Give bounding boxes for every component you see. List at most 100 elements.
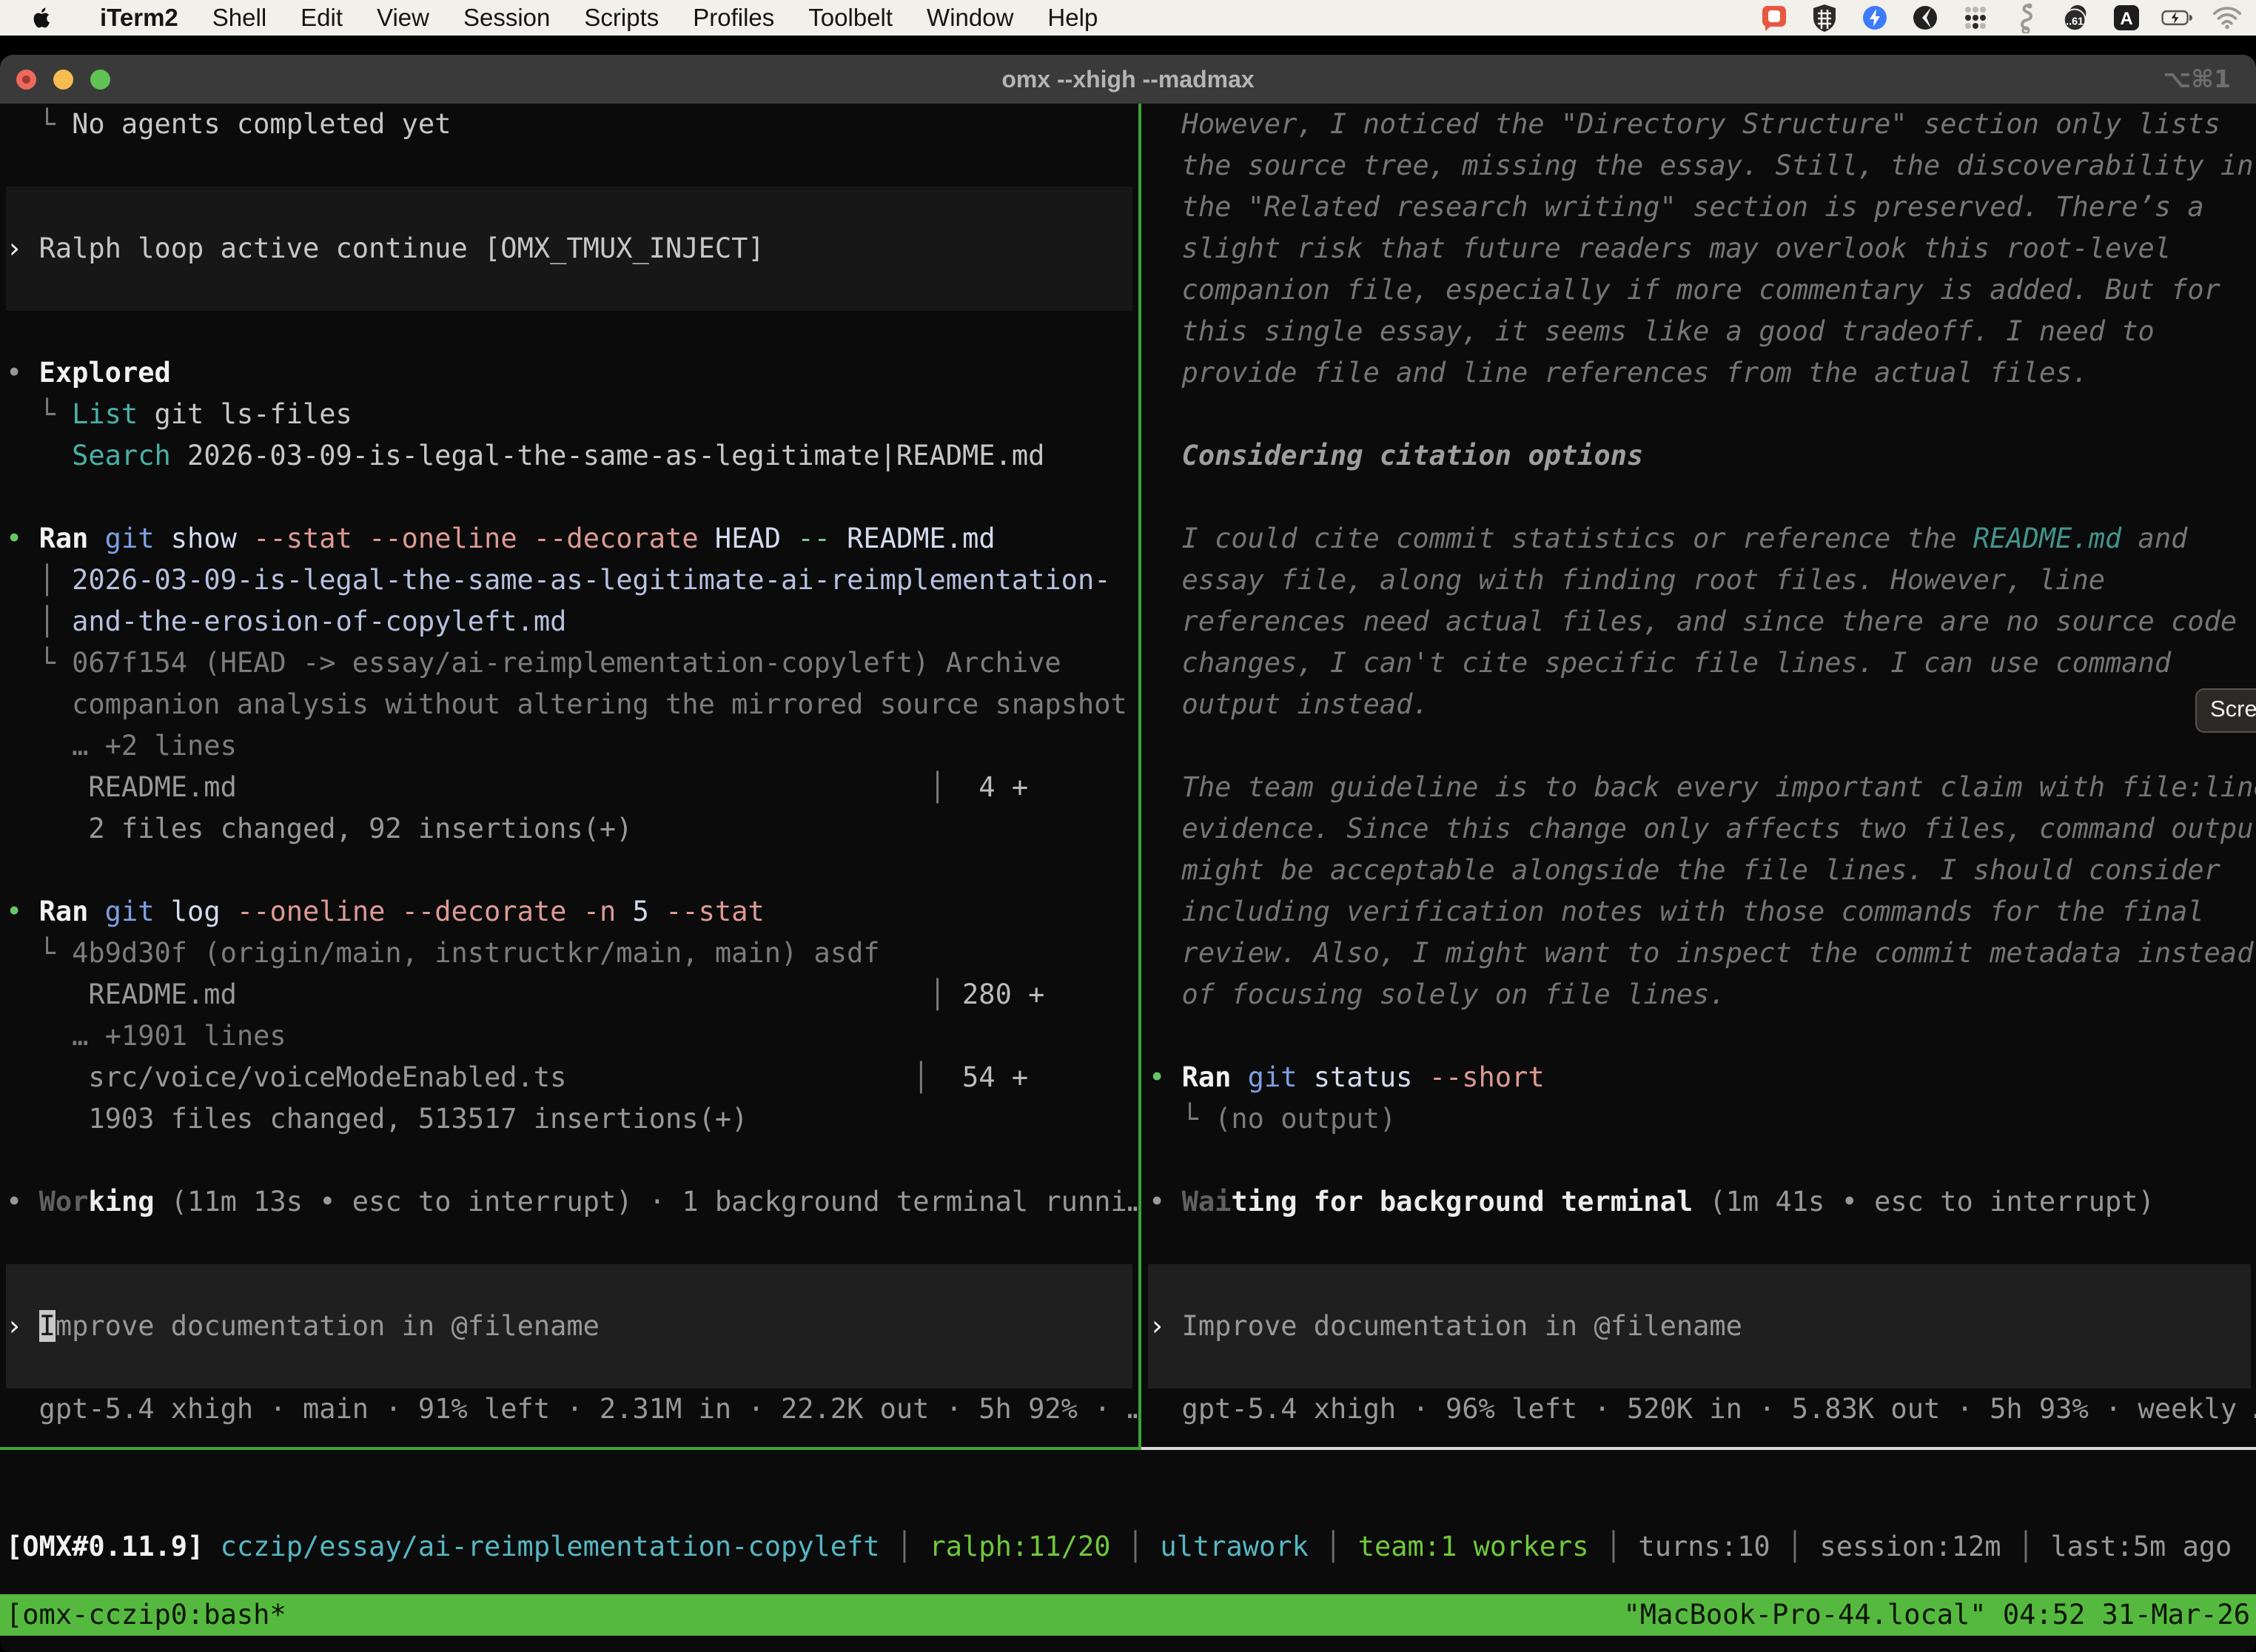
menu-item-iterm2[interactable]: iTerm2	[83, 4, 195, 32]
terminal-line	[0, 145, 1138, 187]
pane-divider-vertical[interactable]	[1138, 104, 1141, 1449]
terminal-line: 2 files changed, 92 insertions(+)	[0, 808, 1138, 850]
tooltip-text: Scre	[2210, 696, 2256, 722]
terminal-line: of focusing solely on file lines.	[1143, 974, 2256, 1015]
terminal-line: the source tree, missing the essay. Stil…	[1143, 145, 2256, 187]
terminal-line: └ List git ls-files	[0, 394, 1138, 435]
terminal-line	[0, 311, 1138, 352]
terminal-line	[1143, 1223, 2256, 1264]
omx-status-segment: │	[1605, 1531, 1622, 1562]
terminal-line: • Waiting for background terminal (1m 41…	[1143, 1181, 2256, 1223]
omx-status-segment: last:5m ago	[2050, 1531, 2232, 1562]
menu-item-profiles[interactable]: Profiles	[676, 4, 791, 32]
terminal-line: companion analysis without altering the …	[0, 684, 1138, 725]
tmux-host-clock: "MacBook-Pro-44.local" 04:52 31-Mar-26	[1624, 1594, 2250, 1636]
terminal-line: │ 2026-03-09-is-legal-the-same-as-legiti…	[0, 560, 1138, 601]
terminal-line	[1143, 477, 2256, 518]
terminal-line: gpt-5.4 xhigh · 96% left · 520K in · 5.8…	[1143, 1389, 2256, 1430]
counter-badge-icon[interactable]: ..61	[2061, 2, 2092, 33]
wifi-icon[interactable]	[2212, 2, 2243, 33]
blue-badge-icon[interactable]	[1859, 2, 1890, 33]
left-terminal-pane[interactable]: └ No agents completed yet› Ralph loop ac…	[0, 104, 1138, 1448]
omx-status-line: [OMX#0.11.9] cczip/essay/ai-reimplementa…	[0, 1526, 2256, 1568]
terminal-line: • Ran git log --oneline --decorate -n 5 …	[0, 891, 1138, 933]
terminal-line: However, I noticed the "Directory Struct…	[1143, 104, 2256, 145]
terminal-line: provide file and line references from th…	[1143, 352, 2256, 394]
terminal-line: evidence. Since this change only affects…	[1143, 808, 2256, 850]
omx-status-segment	[1341, 1531, 1357, 1562]
terminal-line	[0, 1140, 1138, 1181]
snake-icon[interactable]	[2010, 2, 2041, 33]
window-title-bar[interactable]: omx --xhigh --madmax ⌥⌘1	[0, 55, 2256, 104]
terminal-line: └ 4b9d30f (origin/main, instructkr/main,…	[0, 933, 1138, 974]
terminal-line: might be acceptable alongside the file l…	[1143, 850, 2256, 891]
menu-item-shell[interactable]: Shell	[195, 4, 283, 32]
battery-icon[interactable]	[2161, 2, 2192, 33]
menu-item-scripts[interactable]: Scripts	[567, 4, 676, 32]
menu-item-help[interactable]: Help	[1030, 4, 1115, 32]
apple-menu-icon[interactable]	[30, 3, 55, 33]
menu-item-window[interactable]: Window	[910, 4, 1030, 32]
terminal-line: slight risk that future readers may over…	[1143, 228, 2256, 269]
terminal-line: companion file, especially if more comme…	[1143, 269, 2256, 311]
omx-status-segment	[1622, 1531, 1638, 1562]
menu-item-view[interactable]: View	[360, 4, 446, 32]
omx-status-segment	[2034, 1531, 2050, 1562]
terminal-line	[1143, 394, 2256, 435]
menu-item-toolbelt[interactable]: Toolbelt	[791, 4, 910, 32]
a-key-icon[interactable]: A	[2111, 2, 2142, 33]
terminal-line: review. Also, I might want to inspect th…	[1143, 933, 2256, 974]
terminal-line: • Explored	[0, 352, 1138, 394]
omx-status-segment: │	[1127, 1531, 1144, 1562]
omx-status-segment: turns:10	[1638, 1531, 1770, 1562]
terminal-line: … +2 lines	[0, 725, 1138, 767]
svg-text:A: A	[2120, 9, 2132, 29]
chat-bubble-icon[interactable]	[1759, 2, 1790, 33]
omx-status-segment: ultrawork	[1160, 1531, 1308, 1562]
terminal-line: › Ralph loop active continue [OMX_TMUX_I…	[0, 228, 1138, 269]
tmux-session-window[interactable]: [omx-cczip0:bash*	[6, 1594, 286, 1636]
terminal-line	[0, 1223, 1138, 1264]
omx-status-segment: │	[2018, 1531, 2034, 1562]
shield-icon[interactable]	[1809, 2, 1840, 33]
menu-items: iTerm2ShellEditViewSessionScriptsProfile…	[83, 4, 1115, 32]
dots-grid-icon[interactable]	[1960, 2, 1991, 33]
terminal-line: this single essay, it seems like a good …	[1143, 311, 2256, 352]
terminal-line	[0, 1264, 1138, 1306]
window-shortcut-badge: ⌥⌘1	[2163, 55, 2231, 104]
menu-status-icons: ..61 A	[1759, 0, 2243, 36]
terminal-line: 1903 files changed, 513517 insertions(+)	[0, 1098, 1138, 1140]
terminal-line: • Working (11m 13s • esc to interrupt) ·…	[0, 1181, 1138, 1223]
right-terminal-pane[interactable]: However, I noticed the "Directory Struct…	[1143, 104, 2256, 1448]
omx-status-segment	[1111, 1531, 1127, 1562]
terminal-line: including verification notes with those …	[1143, 891, 2256, 933]
window-title: omx --xhigh --madmax	[0, 55, 2256, 104]
terminal-line	[0, 187, 1138, 228]
terminal-line: README.md │ 4 +	[0, 767, 1138, 808]
terminal-line: └ 067f154 (HEAD -> essay/ai-reimplementa…	[0, 642, 1138, 684]
terminal-line: output instead.	[1143, 684, 2256, 725]
omx-status-segment	[880, 1531, 896, 1562]
omx-status-segment: cczip/essay/ai-reimplementation-copyleft	[221, 1531, 880, 1562]
svg-text:..61: ..61	[2066, 16, 2084, 28]
omx-status-segment	[1309, 1531, 1325, 1562]
terminal-line: references need actual files, and since …	[1143, 601, 2256, 642]
terminal-line	[1143, 1264, 2256, 1306]
omx-status-segment: team:1 workers	[1358, 1531, 1589, 1562]
omx-status-segment	[1589, 1531, 1605, 1562]
terminal-line	[1143, 725, 2256, 767]
menu-item-edit[interactable]: Edit	[283, 4, 360, 32]
disc-icon[interactable]	[1910, 2, 1941, 33]
terminal-line: › Improve documentation in @filename	[0, 1306, 1138, 1347]
terminal-line: • Ran git status --short	[1143, 1057, 2256, 1098]
omx-status-segment: session:12m	[1819, 1531, 2001, 1562]
menu-item-session[interactable]: Session	[446, 4, 567, 32]
omx-status-segment: │	[1325, 1531, 1341, 1562]
terminal-line: changes, I can't cite specific file line…	[1143, 642, 2256, 684]
terminal-line	[0, 1347, 1138, 1389]
terminal-line: Considering citation options	[1143, 435, 2256, 477]
omx-status-segment	[1803, 1531, 1819, 1562]
terminal-line: src/voice/voiceModeEnabled.ts │ 54 +	[0, 1057, 1138, 1098]
omx-status-segment: [OMX#0.11.9]	[6, 1531, 204, 1562]
screen-notification-tooltip[interactable]: Scre	[2195, 688, 2256, 733]
